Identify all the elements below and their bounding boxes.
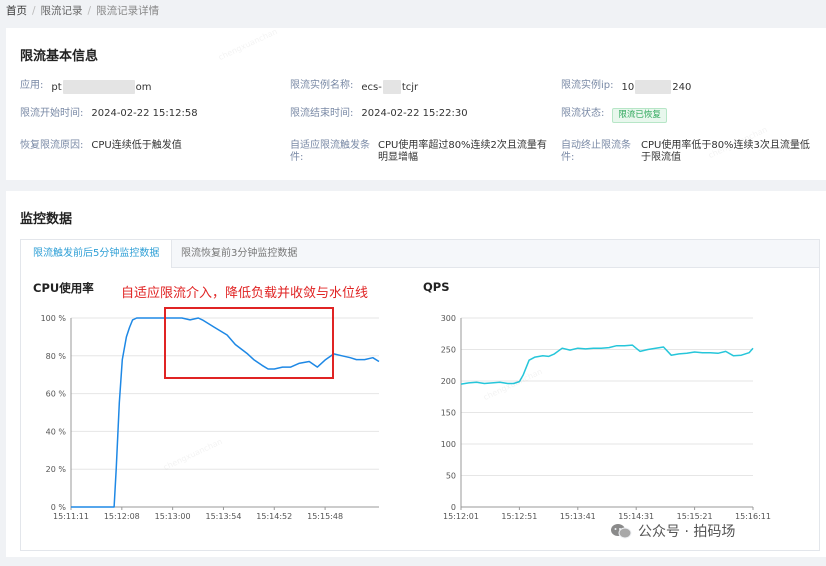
redaction-mask [635,80,672,94]
y-tick-label: 100 [441,440,456,449]
y-tick-label: 250 [441,346,456,355]
tab-trigger-5min[interactable]: 限流触发前后5分钟监控数据 [21,240,173,268]
end-time-value: 2024-02-22 15:22:30 [361,108,468,119]
field-instance-name: 限流实例名称: ecs-tcjr [290,80,418,94]
monitor-tabs-panel: 限流触发前后5分钟监控数据 限流恢复前3分钟监控数据 CPU使用率 QPS 0 … [20,239,820,551]
instance-name-value: ecs-tcjr [361,80,419,94]
field-instance-ip: 限流实例ip: 10 240 [561,80,691,94]
y-tick-label: 50 [446,472,456,481]
y-tick-label: 150 [441,409,456,418]
y-tick-label: 0 % [51,503,67,512]
field-label: 限流状态: [561,108,605,119]
annotation-highlight-box [164,307,334,379]
x-tick-label: 15:13:00 [155,512,191,521]
breadcrumb-home[interactable]: 首页 [6,5,27,17]
annotation-text: 自适应限流介入，降低负载并收敛与水位线 [121,286,369,301]
qps-chart-title: QPS [423,280,450,294]
x-tick-label: 15:12:01 [443,512,479,521]
field-app: 应用: pt om [20,80,152,94]
field-auto-stop-condition: 自动终止限流条件: CPU使用率低于80%连续3次且流量低于限流值 [561,140,817,164]
x-tick-label: 15:12:51 [501,512,537,521]
field-restore-reason: 恢复限流原因: CPU连续低于触发值 [20,140,182,152]
field-label: 应用: [20,80,44,91]
y-tick-label: 200 [441,377,456,386]
start-time-value: 2024-02-22 15:12:58 [91,108,198,119]
field-status: 限流状态: 限流已恢复 [561,108,667,123]
x-tick-label: 15:14:31 [618,512,654,521]
tab-bar: 限流触发前后5分钟监控数据 限流恢复前3分钟监控数据 [21,240,819,268]
field-trigger-condition: 自适应限流触发条件: CPU使用率超过80%连续2次且流量有明显增幅 [290,140,550,164]
y-tick-label: 20 % [46,465,67,474]
field-end-time: 限流结束时间: 2024-02-22 15:22:30 [290,108,468,120]
breadcrumb-separator: / [32,5,36,17]
info-card: 限流基本信息 应用: pt om 限流实例名称: ecs-tcjr 限流实例ip:… [6,26,826,180]
breadcrumb-separator: / [87,5,92,17]
y-tick-label: 0 [451,503,456,512]
y-tick-label: 100 % [41,314,67,323]
x-tick-label: 15:12:08 [104,512,140,521]
field-label: 限流实例名称: [290,80,354,91]
field-label: 限流实例ip: [561,80,614,91]
redaction-mask [382,80,401,94]
field-label: 限流结束时间: [290,108,354,119]
x-tick-label: 15:11:11 [53,512,89,521]
monitor-card: 监控数据 限流触发前后5分钟监控数据 限流恢复前3分钟监控数据 CPU使用率 Q… [6,191,826,557]
field-start-time: 限流开始时间: 2024-02-22 15:12:58 [20,108,198,120]
y-tick-label: 40 % [46,427,67,436]
tab-restore-3min[interactable]: 限流恢复前3分钟监控数据 [169,240,309,267]
breadcrumb-current: 限流记录详情 [96,5,160,17]
redaction-mask [62,80,135,94]
x-tick-label: 15:15:48 [307,512,343,521]
cpu-chart-title: CPU使用率 [33,281,94,295]
x-tick-label: 15:16:11 [735,512,771,521]
x-tick-label: 15:15:21 [677,512,713,521]
wechat-icon [611,524,632,539]
watermark-text: chengxuanchan [217,26,279,63]
monitor-title: 监控数据 [20,212,73,227]
restore-reason-value: CPU连续低于触发值 [91,140,182,151]
y-tick-label: 80 % [46,352,67,361]
field-label: 限流开始时间: [20,108,84,119]
app-value: pt om [51,80,152,94]
info-title: 限流基本信息 [20,49,99,64]
x-tick-label: 15:13:41 [560,512,596,521]
breadcrumb: 首页 / 限流记录 / 限流记录详情 [6,3,159,18]
breadcrumb-records[interactable]: 限流记录 [41,5,83,17]
qps-chart: 0 50 100 150 200 250 300 15:12:01 15:12:51 15:13:… [441,314,771,521]
y-tick-label: 60 % [46,390,67,399]
status-badge: 限流已恢复 [612,108,667,123]
x-tick-label: 15:14:52 [256,512,292,521]
instance-ip-value: 10 240 [621,80,692,94]
series-line [460,344,754,385]
field-label: 恢复限流原因: [20,140,84,151]
field-label: 自动终止限流条件: [561,140,631,163]
trigger-condition-value: CPU使用率超过80%连续2次且流量有明显增幅 [378,140,547,163]
y-tick-label: 300 [441,314,456,323]
field-label: 自适应限流触发条件: [290,140,370,163]
x-tick-label: 15:13:54 [205,512,241,521]
footer-watermark: 公众号 · 拍码场 [610,521,735,541]
footer-watermark-text: 公众号 · 拍码场 [638,524,736,540]
